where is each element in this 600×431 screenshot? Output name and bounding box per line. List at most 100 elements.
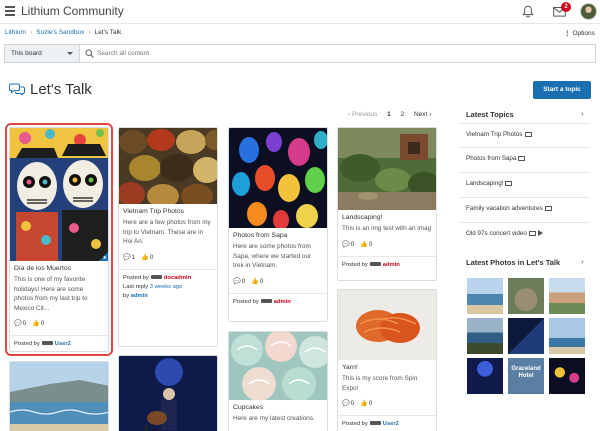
rank-icon [150,274,162,279]
last-reply-time[interactable]: 3 weeks ago [150,284,183,290]
photo-sign-text: Graceland Hotel [511,366,541,379]
card-stats: 💬1 👍0 [123,253,213,261]
search-scope-select[interactable]: This board [5,45,80,62]
photo-thumbnail[interactable] [508,278,544,314]
bell-icon[interactable] [522,5,534,18]
card-title[interactable]: Yarn! [342,364,432,371]
card-title[interactable]: Cupcakes [233,404,323,411]
photo-icon [528,231,536,236]
yarn-photo [338,290,436,360]
card-description: This is an img test with an imag [342,225,432,232]
kudos-count: 0 [40,320,45,327]
photo-thumbnail[interactable] [549,278,585,314]
photo-thumbnail[interactable] [549,318,585,354]
pagination-page-2[interactable]: 2 [401,111,405,118]
photo-thumbnail[interactable] [508,318,544,354]
thumbs-up-icon: 👍 [360,400,368,407]
latest-topic-item[interactable]: Photos from Sapa [459,147,590,169]
latest-topic-item[interactable]: Landscaping! [459,172,590,194]
breadcrumb-lithium[interactable]: Lithium [5,29,26,36]
comment-icon: 💬 [14,320,22,327]
comment-count: 1 [131,253,136,261]
options-label: Options [572,30,595,37]
comment-count: 0 [350,240,355,248]
card-footer: Posted by docadmin Last reply 3 weeks ago… [119,268,217,301]
comment-count: 0 [241,277,246,285]
card-image[interactable] [229,332,327,400]
thumbs-up-icon: 👍 [141,253,149,261]
chevron-right-icon[interactable]: › [581,109,584,118]
search-bar: This board [4,44,596,63]
card-description: Here are my latest creations. [233,415,315,422]
kudos-count: 0 [149,253,154,261]
breadcrumb-suzies-sandbox[interactable]: Suzie's Sandbox [36,29,84,36]
topic-card-beach[interactable] [9,361,109,431]
topic-card-yarn[interactable]: Yarn! This is my score from Spin Expo! 💬… [337,289,437,431]
user-avatar[interactable] [580,3,597,20]
topic-card-cupcakes[interactable]: Cupcakes Here are my latest creations. [228,331,328,431]
card-image[interactable] [338,290,436,360]
pagination-next[interactable]: Next › [414,111,431,118]
chat-bubbles-icon [9,83,25,95]
comment-icon: 💬 [342,400,350,407]
chevron-right-icon[interactable]: › [581,257,584,266]
card-stats: 💬0 👍0 [342,399,432,407]
card-title[interactable]: Día de los Muertos [14,265,104,272]
photo-thumbnail[interactable] [467,318,503,354]
card-image[interactable]: ★ [10,128,108,261]
photo-thumbnail[interactable]: Graceland Hotel [508,358,544,394]
topic-card-photos-from-sapa[interactable]: Photos from Sapa Here are some photos fr… [228,127,328,322]
kudos-count: 0 [259,277,264,285]
latest-topic-label: Family vacation adventures [466,205,543,212]
more-vertical-icon: ⋮ [564,30,571,37]
brand-title[interactable]: Lithium Community [21,4,124,18]
search-input[interactable] [97,47,587,60]
card-image[interactable] [10,362,108,431]
card-description: Here are some photos from Sapa, where we… [233,243,312,269]
menu-icon[interactable] [5,6,15,16]
author-link[interactable]: admin [274,299,291,305]
search-icon [85,49,94,58]
card-footer: Posted by admin [229,292,327,307]
pagination-page-1: 1 [387,111,391,118]
latest-topic-item[interactable]: Old 97s concert video [459,222,590,244]
latest-topic-label: Old 97s concert video [466,230,527,237]
topic-card-vietnam-trip-photos[interactable]: Vietnam Trip Photos Here are a few photo… [118,127,218,347]
thumbs-up-icon: 👍 [360,240,368,248]
photo-thumbnail[interactable] [467,278,503,314]
beach-photo [10,362,108,431]
topic-card-concert[interactable] [118,355,218,431]
photo-thumbnail[interactable] [549,358,585,394]
card-title[interactable]: Vietnam Trip Photos [123,208,213,215]
card-title[interactable]: Landscaping! [342,214,432,221]
spices-photo [119,128,217,204]
card-image[interactable] [119,128,217,204]
author-link[interactable]: User2 [383,421,399,427]
author-link[interactable]: User2 [55,341,71,347]
breadcrumb-separator: › [29,29,33,36]
photo-thumbnail[interactable] [467,358,503,394]
card-image[interactable] [338,128,436,210]
options-menu[interactable]: ⋮ Options [564,29,595,37]
comment-count: 0 [22,320,27,327]
latest-topic-item[interactable]: Vietnam Trip Photos [459,123,590,145]
start-topic-button[interactable]: Start a topic [533,81,591,99]
rank-icon [41,341,53,346]
card-image[interactable] [229,128,327,228]
page-title: Let's Talk [30,81,92,98]
topic-card-landscaping[interactable]: Landscaping! This is an img test with an… [337,127,437,281]
photo-icon [505,181,513,186]
last-reply-author-link[interactable]: admin [131,293,148,299]
topic-card-dia-de-los-muertos[interactable]: ★ Día de los Muertos This is one of my f… [5,123,113,356]
latest-topic-item[interactable]: Family vacation adventures [459,197,590,219]
card-description: This is my score from Spin Expo! [342,375,418,392]
card-footer: Posted by User2 [338,415,436,429]
kudos-count: 0 [368,240,373,248]
card-title[interactable]: Photos from Sapa [233,232,323,239]
card-image[interactable] [119,356,217,431]
author-link[interactable]: docadmin [164,275,191,281]
author-link[interactable]: admin [383,262,400,268]
breadcrumb: Lithium › Suzie's Sandbox › Let's Talk [5,29,121,36]
rank-icon [369,261,381,266]
card-footer: Posted by admin [338,255,436,270]
